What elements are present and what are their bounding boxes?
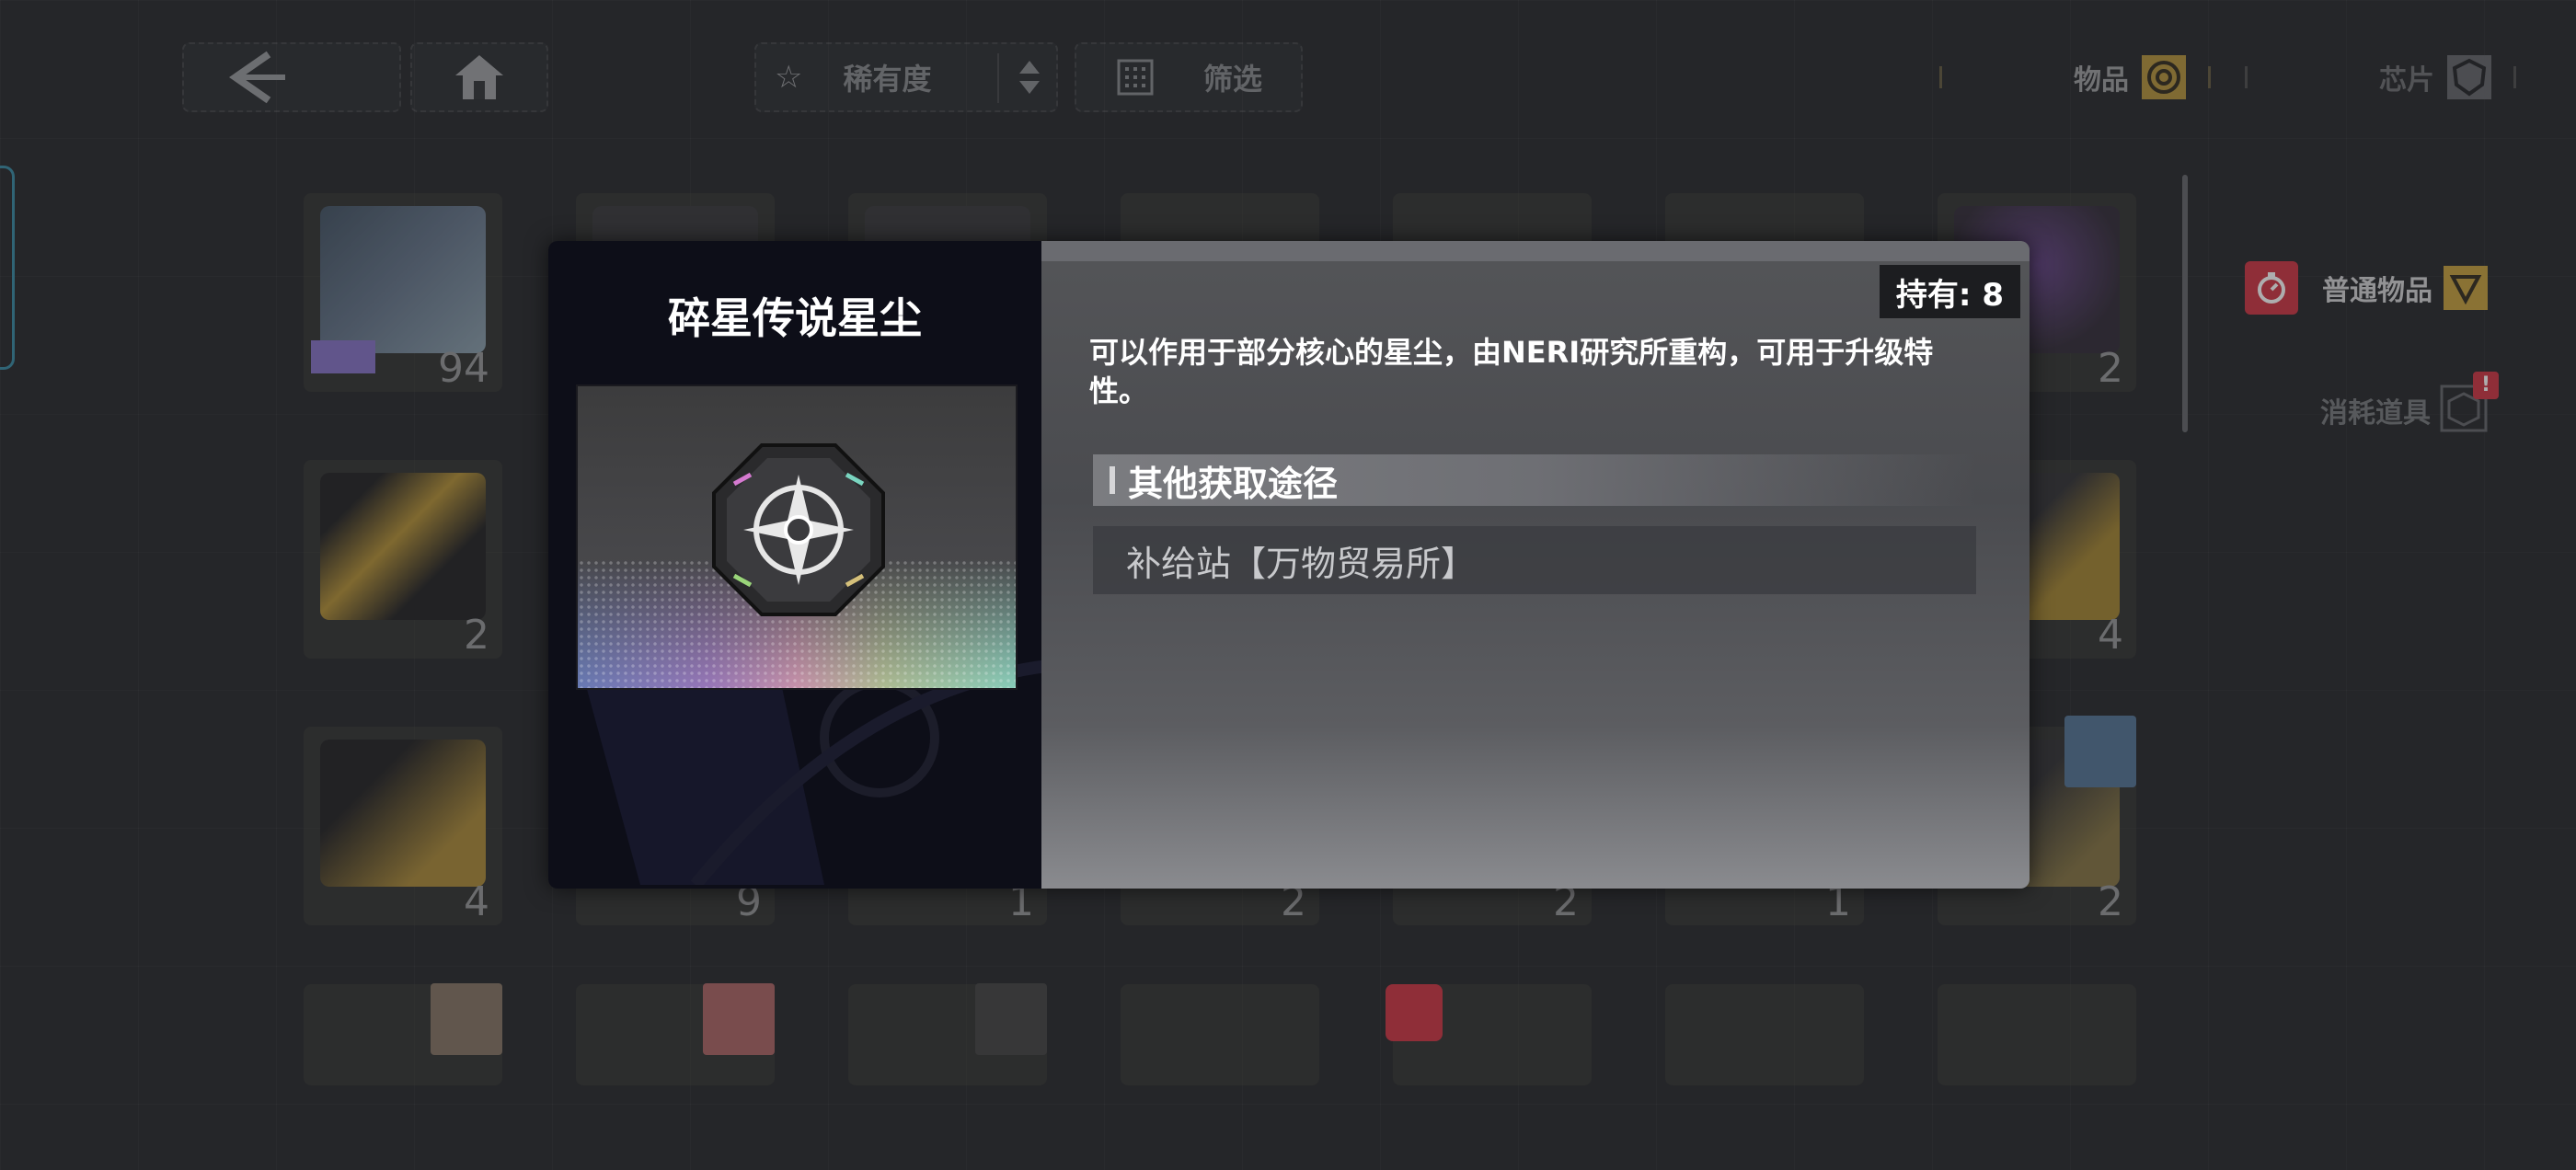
acquisition-source-supply-station[interactable]: 补给站【万物贸易所】 [1093,526,1976,594]
owned-count: 持有: 8 [1879,265,2020,318]
item-description: 可以作用于部分核心的星尘，由NERI研究所重构，可用于升级特性。 [1089,335,1934,408]
panel-top-strip [1041,241,2030,261]
item-preview-panel: 碎星传说星尘 [548,241,1064,889]
item-image [576,384,1018,690]
header-bar-marker [1110,466,1115,494]
item-info-panel: 持有: 8 可以作用于部分核心的星尘，由NERI研究所重构，可用于升级特性。 其… [1041,241,2030,889]
acquisition-header: 其他获取途径 [1093,454,1976,506]
item-detail-modal: 碎星传说星尘 持有: 8 可以作用于部分核心的星尘，由NERI研究所重构，可用于… [548,241,2030,889]
stardust-core-icon [712,443,885,616]
item-name: 碎星传说星尘 [668,293,922,343]
acquisition-heading: 其他获取途径 [1128,463,1339,504]
